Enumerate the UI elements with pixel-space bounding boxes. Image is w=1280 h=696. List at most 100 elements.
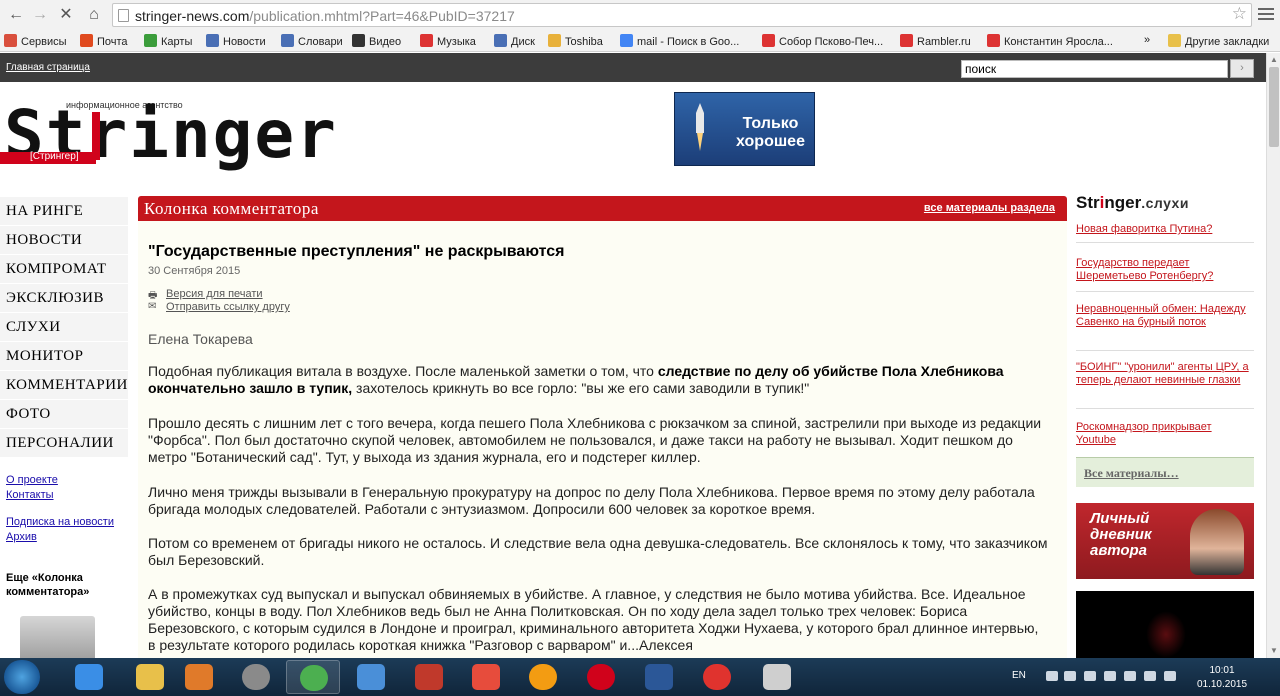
search-input[interactable]: поиск bbox=[961, 60, 1228, 78]
contacts-link[interactable]: Контакты bbox=[6, 489, 54, 501]
bookmark-icon bbox=[494, 34, 507, 47]
article-title: "Государственные преступления" не раскры… bbox=[148, 243, 565, 260]
bookmark-item[interactable]: Toshiba bbox=[548, 34, 603, 48]
stop-icon[interactable]: ✕ bbox=[56, 5, 76, 25]
top-banner[interactable]: Только хорошее bbox=[674, 92, 815, 166]
bookmark-label: Видео bbox=[369, 36, 402, 48]
bookmark-item[interactable]: Константин Яросла... bbox=[987, 34, 1113, 48]
left-nav-item[interactable]: КОМПРОМАТ bbox=[0, 255, 128, 284]
taskbar-app-orange[interactable] bbox=[516, 660, 570, 694]
taskbar-app-media[interactable] bbox=[172, 660, 226, 694]
left-nav-item[interactable]: СЛУХИ bbox=[0, 313, 128, 342]
bookmark-label: Toshiba bbox=[565, 36, 603, 48]
scroll-up-icon[interactable]: ▲ bbox=[1267, 53, 1280, 67]
tray-arrow-icon[interactable] bbox=[1046, 671, 1058, 681]
rumor-link-2[interactable]: Государство передает Шереметьево Ротенбе… bbox=[1076, 257, 1254, 283]
bookmark-item[interactable]: Новости bbox=[206, 34, 266, 48]
taskbar-app-word[interactable] bbox=[632, 660, 686, 694]
print-version-link[interactable]: Версия для печати bbox=[166, 288, 263, 300]
taskbar-app-explorer[interactable] bbox=[123, 660, 177, 694]
bookmark-item[interactable]: Собор Псково-Печ... bbox=[762, 34, 883, 48]
bookmark-item[interactable]: Музыка bbox=[420, 34, 476, 48]
left-nav-item[interactable]: ФОТО bbox=[0, 400, 128, 429]
taskbar-app-disc[interactable] bbox=[229, 660, 283, 694]
all-materials-link[interactable]: Все материалы… bbox=[1084, 466, 1179, 481]
about-link[interactable]: О проекте bbox=[6, 474, 58, 486]
taskbar-app-yandex[interactable] bbox=[459, 660, 513, 694]
bookmark-item[interactable]: Rambler.ru bbox=[900, 34, 971, 48]
bookmark-item[interactable]: Почта bbox=[80, 34, 128, 48]
bookmark-item[interactable]: Видео bbox=[352, 34, 401, 48]
left-nav-item[interactable]: НОВОСТИ bbox=[0, 226, 128, 255]
taskbar-app-paint[interactable] bbox=[750, 660, 804, 694]
rumors-logo-suffix: .слухи bbox=[1141, 195, 1189, 211]
taskbar-app-mail[interactable] bbox=[344, 660, 398, 694]
scroll-down-icon[interactable]: ▼ bbox=[1267, 644, 1280, 658]
search-submit-button[interactable]: › bbox=[1230, 59, 1254, 78]
bookmark-item[interactable]: Диск bbox=[494, 34, 535, 48]
power-icon[interactable] bbox=[1124, 671, 1136, 681]
address-bar[interactable]: stringer-news.com/publication.mhtml?Part… bbox=[112, 3, 1252, 27]
author-diary-banner[interactable]: Личный дневник автора bbox=[1076, 503, 1254, 579]
rumor-link-4[interactable]: "БОИНГ" "уронили" агенты ЦРУ, а теперь д… bbox=[1076, 361, 1254, 387]
start-button[interactable] bbox=[4, 660, 40, 694]
article-paragraph-4: Потом со временем от бригады никого не о… bbox=[148, 535, 1048, 568]
bookmark-item[interactable]: Карты bbox=[144, 34, 192, 48]
taskbar-app-kaspersky[interactable] bbox=[402, 660, 456, 694]
home-icon[interactable]: ⌂ bbox=[84, 5, 104, 25]
rumor-divider bbox=[1076, 408, 1254, 409]
volume-icon[interactable] bbox=[1104, 671, 1116, 681]
bookmark-item[interactable]: Сервисы bbox=[4, 34, 67, 48]
taskbar-app-opera[interactable] bbox=[574, 660, 628, 694]
bookmark-star-icon[interactable]: ☆ bbox=[1232, 4, 1247, 24]
envelope-icon: ✉ bbox=[148, 301, 157, 312]
left-nav-item[interactable]: МОНИТОР bbox=[0, 342, 128, 371]
page-icon bbox=[118, 9, 129, 22]
author-photo[interactable] bbox=[20, 616, 95, 664]
keyboard-icon[interactable] bbox=[1144, 671, 1156, 681]
rumors-logo[interactable]: Stringer.слухи bbox=[1076, 193, 1189, 213]
all-materials-box[interactable]: Все материалы… bbox=[1076, 457, 1254, 487]
taskbar-app-yandex-browser[interactable] bbox=[690, 660, 744, 694]
bookmark-label: Карты bbox=[161, 36, 193, 48]
article-paragraph-5: А в промежутках суд выпускал и выпускал … bbox=[148, 586, 1039, 653]
taskbar-app-ie[interactable] bbox=[62, 660, 116, 694]
forward-icon[interactable]: → bbox=[30, 5, 50, 25]
rumor-link-5[interactable]: Роскомнадзор прикрывает Youtube bbox=[1076, 421, 1254, 447]
network-icon[interactable] bbox=[1064, 671, 1076, 681]
rumor-link-1[interactable]: Новая фаворитка Путина? bbox=[1076, 223, 1254, 236]
scroll-thumb[interactable] bbox=[1269, 67, 1279, 147]
section-all-link[interactable]: все материалы раздела bbox=[924, 202, 1055, 214]
bookmark-icon bbox=[548, 34, 561, 47]
display-icon[interactable] bbox=[1164, 671, 1176, 681]
send-to-friend-link[interactable]: Отправить ссылку другу bbox=[166, 301, 290, 313]
other-bookmarks[interactable]: Другие закладки bbox=[1168, 34, 1269, 48]
section-header: Колонка комментатора все материалы разде… bbox=[138, 196, 1067, 221]
flag-icon[interactable] bbox=[1084, 671, 1096, 681]
author-portrait bbox=[1190, 509, 1244, 575]
tray-clock[interactable]: 10:01 01.10.2015 bbox=[1196, 664, 1248, 692]
rumor-link-3[interactable]: Неравноценный обмен: Надежду Савенко на … bbox=[1076, 303, 1254, 329]
p1-text-a: Подобная публикация витала в воздухе. По… bbox=[148, 363, 658, 379]
dark-promo-banner[interactable] bbox=[1076, 591, 1254, 658]
back-icon[interactable]: ← bbox=[6, 5, 26, 25]
taskbar-app-chrome[interactable] bbox=[286, 660, 340, 694]
url-text: stringer-news.com/publication.mhtml?Part… bbox=[135, 8, 515, 24]
left-nav-item[interactable]: КОММЕНТАРИИ bbox=[0, 371, 128, 400]
archive-link[interactable]: Архив bbox=[6, 531, 37, 543]
opera-icon bbox=[587, 664, 615, 690]
left-nav-item[interactable]: ПЕРСОНАЛИИ bbox=[0, 429, 128, 458]
subscribe-link[interactable]: Подписка на новости bbox=[6, 516, 114, 528]
home-page-link[interactable]: Главная страница bbox=[6, 62, 90, 73]
left-nav-item[interactable]: ЭКСКЛЮЗИВ bbox=[0, 284, 128, 313]
language-indicator[interactable]: EN bbox=[1012, 670, 1026, 681]
folder-icon bbox=[1168, 34, 1181, 47]
menu-icon[interactable] bbox=[1258, 5, 1274, 23]
bookmark-item[interactable]: mail - Поиск в Goo... bbox=[620, 34, 739, 48]
page-scrollbar[interactable]: ▲ ▼ bbox=[1266, 53, 1280, 658]
bookmarks-more[interactable]: » bbox=[1144, 34, 1150, 46]
article-paragraph-3: Лично меня трижды вызывали в Генеральную… bbox=[148, 484, 1035, 517]
url-path: /publication.mhtml?Part=46&PubID=37217 bbox=[249, 8, 515, 24]
left-nav-item[interactable]: НА РИНГЕ bbox=[0, 197, 128, 226]
bookmark-item[interactable]: Словари bbox=[281, 34, 343, 48]
